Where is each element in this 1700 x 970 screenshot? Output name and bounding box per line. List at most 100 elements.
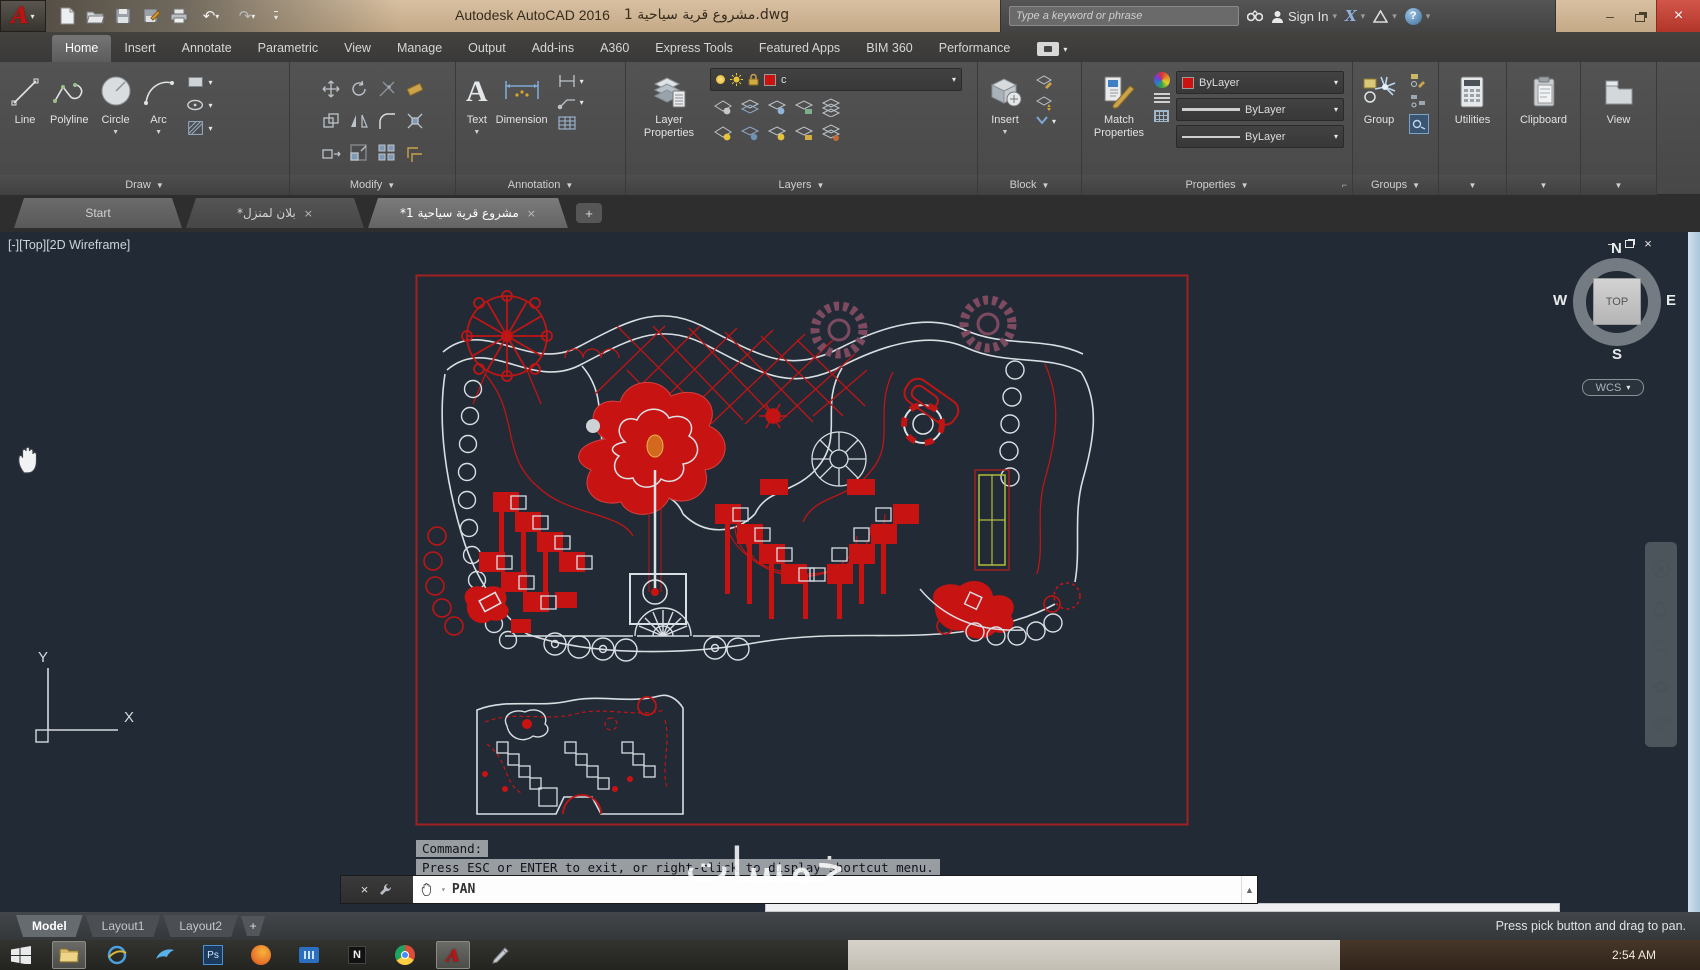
group-edit-tool[interactable] xyxy=(1409,93,1429,109)
array-tool[interactable] xyxy=(374,138,400,168)
application-menu-button[interactable]: A ▾ xyxy=(0,0,46,32)
search-input[interactable] xyxy=(1009,6,1239,26)
layer-unlock-tool[interactable] xyxy=(791,120,817,145)
close-button[interactable]: × xyxy=(1656,0,1700,32)
tab-annotate[interactable]: Annotate xyxy=(169,35,245,62)
save-button[interactable] xyxy=(112,5,134,27)
stretch-tool[interactable] xyxy=(318,138,344,168)
layer-on-all-tool[interactable] xyxy=(710,120,736,145)
color-wheel-icon[interactable] xyxy=(1154,72,1170,88)
utilities-panel-footer[interactable]: ▼ xyxy=(1439,175,1506,195)
taskbar-firefox[interactable] xyxy=(244,941,278,969)
taskbar-sketch-app[interactable] xyxy=(484,941,518,969)
viewcube-top-face[interactable]: TOP xyxy=(1593,278,1641,325)
new-drawing-tab-button[interactable]: + xyxy=(576,203,602,223)
rectangle-tool[interactable]: ▾ xyxy=(185,72,213,92)
cad-drawing[interactable] xyxy=(415,274,1189,826)
viewcube[interactable]: TOP N W E S xyxy=(1553,240,1676,365)
layers-panel-footer[interactable]: Layers ▼ xyxy=(626,175,977,195)
viewcube-west[interactable]: W xyxy=(1553,292,1567,309)
layer-thaw-tool[interactable] xyxy=(764,120,790,145)
plot-button[interactable] xyxy=(168,5,190,27)
viewcube-south[interactable]: S xyxy=(1612,346,1622,363)
tab-addins[interactable]: Add-ins xyxy=(519,35,587,62)
create-block-tool[interactable] xyxy=(1034,93,1056,111)
showmotion-icon[interactable] xyxy=(1652,717,1670,731)
navigation-bar[interactable] xyxy=(1645,542,1677,747)
transparency-grid-icon[interactable] xyxy=(1154,110,1169,122)
layer-unisolate-tool[interactable] xyxy=(737,120,763,145)
panel-launcher-icon[interactable]: ⌐ xyxy=(1342,180,1347,190)
taskbar-photoshop[interactable]: Ps xyxy=(196,941,230,969)
block-panel-footer[interactable]: Block ▼ xyxy=(978,175,1081,195)
group-button[interactable]: Group xyxy=(1361,68,1397,127)
polyline-tool[interactable]: Polyline xyxy=(50,68,89,127)
viewcube-north[interactable]: N xyxy=(1611,240,1622,257)
tab-view[interactable]: View xyxy=(331,35,384,62)
trim-tool[interactable] xyxy=(374,74,400,104)
rotate-tool[interactable] xyxy=(346,74,372,104)
taskbar-chrome[interactable] xyxy=(388,941,422,969)
erase-tool[interactable] xyxy=(402,74,428,104)
horizontal-scrollbar-thumb[interactable] xyxy=(765,903,1560,912)
customize-qat-button[interactable]: ▾ xyxy=(268,5,284,27)
drawing-canvas[interactable]: [-][Top][2D Wireframe] – × TOP N W E S W… xyxy=(0,232,1700,912)
open-file-button[interactable] xyxy=(84,5,106,27)
command-history-up-icon[interactable]: ▲ xyxy=(1241,876,1257,903)
layer-match-tool[interactable] xyxy=(818,94,844,119)
taskbar-messenger[interactable] xyxy=(148,941,182,969)
ellipse-tool[interactable]: ▾ xyxy=(185,95,213,115)
text-tool[interactable]: A Text ▼ xyxy=(466,68,488,136)
tab-output[interactable]: Output xyxy=(455,35,519,62)
layer-properties-button[interactable]: Layer Properties xyxy=(638,68,700,139)
exchange-apps-icon[interactable]: X ▾ xyxy=(1345,7,1365,25)
scale-tool[interactable] xyxy=(346,138,372,168)
file-tab-project-active[interactable]: *مشروع قرية سياحية 1 × xyxy=(368,198,568,228)
view-panel-footer[interactable]: ▼ xyxy=(1581,175,1656,195)
wcs-menu[interactable]: WCS ▾ xyxy=(1582,379,1644,396)
a360-icon[interactable]: ▾ xyxy=(1373,9,1397,23)
zoom-magnifier-icon[interactable] xyxy=(1652,639,1670,657)
draw-panel-footer[interactable]: Draw ▼ xyxy=(0,175,289,195)
tab-parametric[interactable]: Parametric xyxy=(245,35,331,62)
properties-panel-footer[interactable]: Properties ▼ ⌐ xyxy=(1082,175,1352,195)
ribbon-display-toggle[interactable]: ▾ xyxy=(1037,42,1067,62)
insert-block-button[interactable]: Insert ▼ xyxy=(986,68,1024,136)
command-close-icon[interactable]: × xyxy=(361,882,369,897)
lineweight-select[interactable]: ByLayer ▾ xyxy=(1176,98,1344,121)
minimize-button[interactable]: – xyxy=(1596,0,1624,32)
save-as-button[interactable] xyxy=(140,5,162,27)
navigation-wheel-icon[interactable] xyxy=(1651,559,1671,579)
layer-isolate-tool[interactable] xyxy=(737,94,763,119)
dimension-tool[interactable]: Dimension xyxy=(496,68,548,127)
explode-tool[interactable] xyxy=(402,106,428,136)
ungroup-tool[interactable] xyxy=(1409,72,1429,88)
view-button[interactable]: View xyxy=(1603,68,1635,127)
annotation-panel-footer[interactable]: Annotation ▼ xyxy=(456,175,625,195)
copy-tool[interactable] xyxy=(318,106,344,136)
taskbar-internet-explorer[interactable] xyxy=(100,941,134,969)
tab-express-tools[interactable]: Express Tools xyxy=(642,35,746,62)
close-tab-icon[interactable]: × xyxy=(304,207,313,220)
tab-performance[interactable]: Performance xyxy=(926,35,1024,62)
layer-lock-tool[interactable] xyxy=(791,94,817,119)
layer-state-tool[interactable] xyxy=(818,120,844,145)
help-button[interactable]: ? ▾ xyxy=(1404,7,1430,25)
model-tab[interactable]: Model xyxy=(16,915,83,937)
layer-off-tool[interactable] xyxy=(710,94,736,119)
pan-hand-icon[interactable] xyxy=(1652,600,1670,618)
new-file-button[interactable] xyxy=(56,5,78,27)
object-color-select[interactable]: ByLayer ▾ xyxy=(1176,71,1344,94)
command-wrench-icon[interactable] xyxy=(378,882,393,897)
search-icon[interactable] xyxy=(1247,10,1263,22)
vertical-scrollbar[interactable] xyxy=(1688,232,1700,912)
fillet-tool[interactable] xyxy=(374,106,400,136)
restore-button[interactable] xyxy=(1626,0,1654,32)
tab-featured-apps[interactable]: Featured Apps xyxy=(746,35,853,62)
layout2-tab[interactable]: Layout2 xyxy=(163,915,238,937)
orbit-icon[interactable] xyxy=(1652,678,1670,696)
linetype-select[interactable]: ByLayer ▾ xyxy=(1176,125,1344,148)
windows-start-button[interactable] xyxy=(4,941,38,969)
table-tool[interactable] xyxy=(556,114,584,132)
multileader-tool[interactable]: ▾ xyxy=(556,93,584,111)
